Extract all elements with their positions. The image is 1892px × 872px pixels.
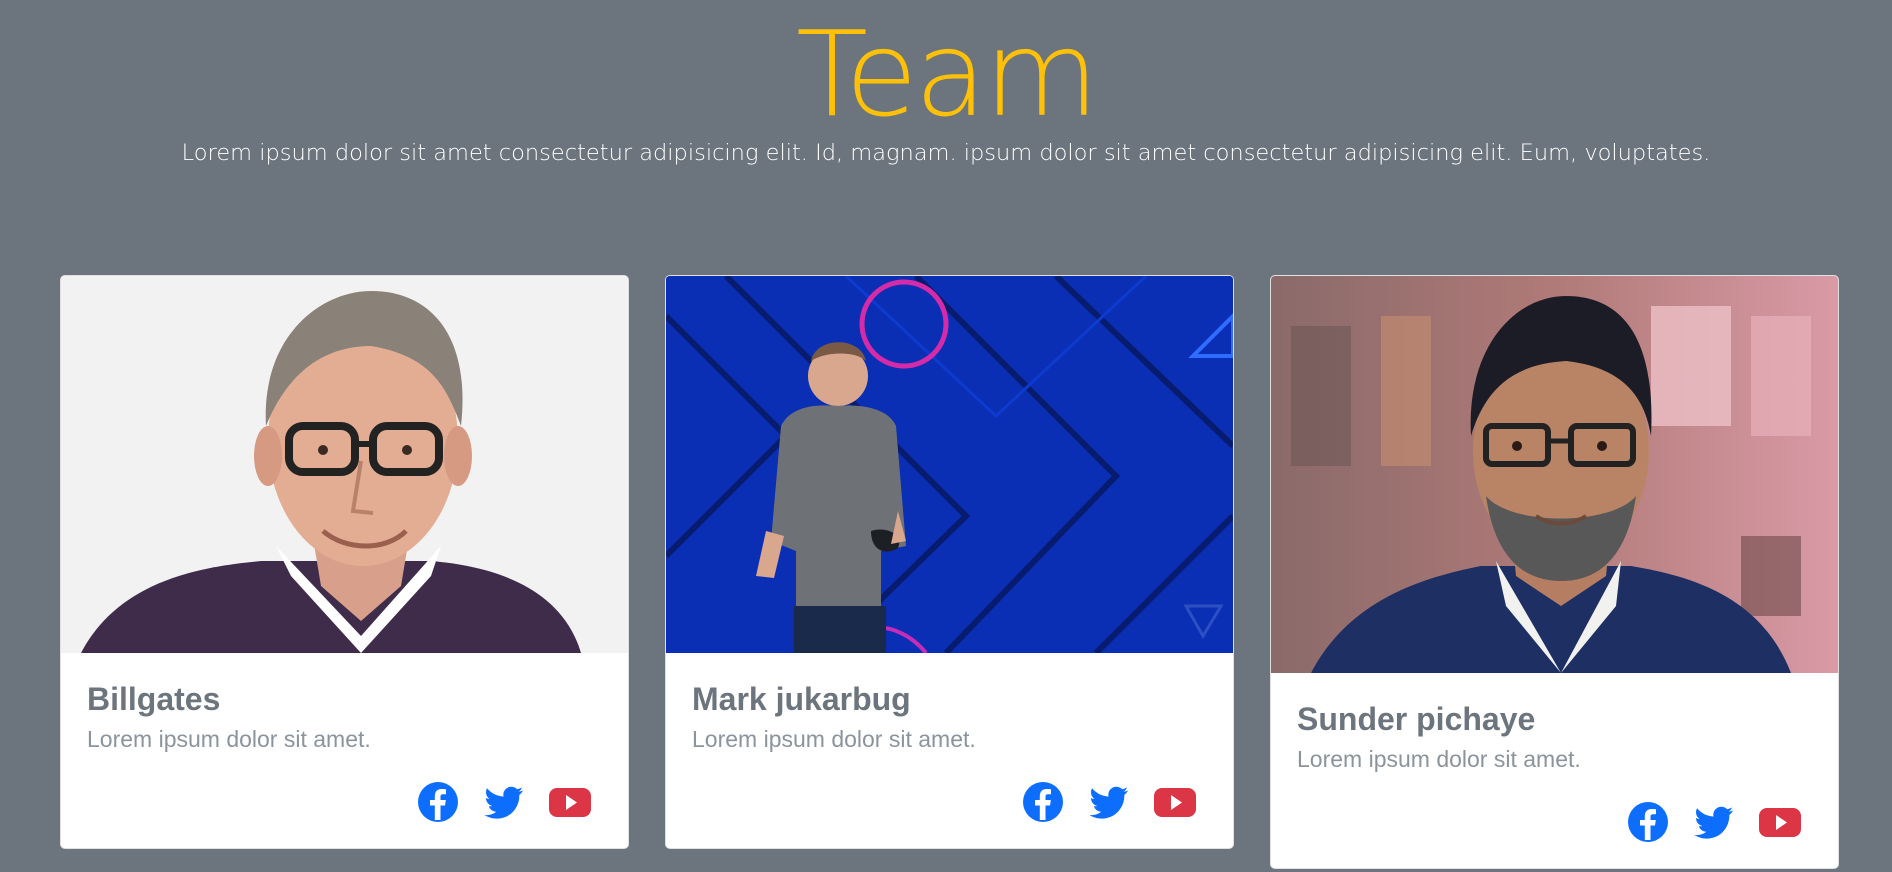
youtube-icon[interactable] — [548, 780, 592, 824]
social-links — [1021, 780, 1197, 824]
section-title: Team — [796, 5, 1099, 143]
member-photo-mark-jukarbug — [666, 276, 1233, 653]
twitter-icon[interactable] — [1087, 780, 1131, 824]
member-name: Mark jukarbug — [692, 681, 911, 717]
twitter-icon[interactable] — [482, 780, 526, 824]
team-card-mark-jukarbug: Mark jukarbug Lorem ipsum dolor sit amet… — [665, 275, 1234, 849]
youtube-icon[interactable] — [1153, 780, 1197, 824]
social-links — [416, 780, 592, 824]
member-name: Sunder pichaye — [1297, 701, 1536, 737]
social-links — [1626, 800, 1802, 844]
member-description: Lorem ipsum dolor sit amet. — [87, 726, 371, 753]
member-photo — [666, 276, 1233, 653]
member-description: Lorem ipsum dolor sit amet. — [1297, 746, 1581, 773]
facebook-icon[interactable] — [1626, 800, 1670, 844]
member-photo-billgates — [61, 276, 628, 653]
twitter-icon[interactable] — [1692, 800, 1736, 844]
card-body: Billgates Lorem ipsum dolor sit amet. — [61, 653, 628, 753]
facebook-icon[interactable] — [1021, 780, 1065, 824]
member-name: Billgates — [87, 681, 221, 717]
member-photo — [61, 276, 628, 653]
team-card-billgates: Billgates Lorem ipsum dolor sit amet. — [60, 275, 629, 849]
card-body: Mark jukarbug Lorem ipsum dolor sit amet… — [666, 653, 1233, 753]
youtube-icon[interactable] — [1758, 800, 1802, 844]
member-description: Lorem ipsum dolor sit amet. — [692, 726, 976, 753]
team-card-sunder-pichaye: Sunder pichaye Lorem ipsum dolor sit ame… — [1270, 275, 1839, 869]
card-body: Sunder pichaye Lorem ipsum dolor sit ame… — [1271, 673, 1838, 773]
member-photo-sunder-pichaye — [1271, 276, 1838, 673]
member-photo — [1271, 276, 1838, 673]
facebook-icon[interactable] — [416, 780, 460, 824]
section-subtitle: Lorem ipsum dolor sit amet consectetur a… — [181, 140, 1711, 166]
